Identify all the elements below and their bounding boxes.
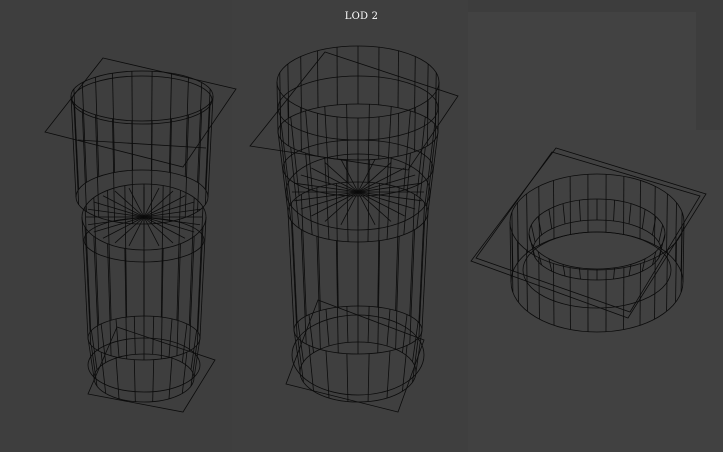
wire-rib (276, 81, 279, 133)
wire-ring (509, 173, 685, 271)
wire-rib (325, 309, 330, 347)
wire-rib (115, 357, 120, 399)
wire-rib (641, 258, 646, 272)
wire-rib (526, 193, 528, 253)
wire-rib (308, 314, 314, 353)
wire-ring (70, 70, 214, 122)
wire-spoke (143, 208, 201, 218)
wire-rib (414, 56, 416, 113)
wire-rib (639, 263, 641, 326)
wire-spoke (128, 187, 145, 218)
wire-rib (562, 264, 566, 277)
wire-rib (277, 131, 289, 213)
wireframe-scene (44, 45, 707, 413)
wire-rib (300, 107, 302, 152)
wire-rib (196, 206, 204, 332)
wire-rib (548, 209, 553, 229)
wire-rib (367, 306, 370, 343)
wire-rib (133, 316, 136, 355)
wire-rib (418, 221, 425, 338)
wire-rib (386, 309, 391, 347)
wire-rib (658, 224, 664, 243)
wire-rib (291, 221, 298, 338)
wire-rib (579, 200, 581, 222)
wire-edge (77, 139, 207, 149)
wire-rib (317, 50, 319, 108)
wire-rib (168, 357, 173, 399)
wire-rib (639, 180, 641, 239)
wire-rib (402, 345, 408, 392)
wire-spoke (357, 191, 376, 226)
wire-rib (526, 250, 528, 312)
wire-rib (204, 103, 211, 205)
wire-rib (317, 113, 319, 157)
wire-spoke (87, 208, 145, 218)
wire-rib (168, 318, 173, 358)
wire-rib (654, 257, 656, 320)
wire-rib (553, 180, 555, 239)
wire-rib (196, 227, 204, 345)
wire-rib (641, 209, 646, 229)
wire-rib (73, 103, 80, 205)
wire-rib (613, 200, 615, 222)
wire-ring (510, 231, 684, 333)
wire-rib (652, 216, 657, 236)
wire-rib (509, 221, 512, 283)
wire-ring (93, 353, 195, 403)
wire-rib (538, 186, 540, 245)
wire-rib (418, 202, 425, 323)
wire-rib (666, 193, 668, 253)
wire-rib (346, 306, 349, 343)
wire-ring (71, 75, 213, 125)
wire-rib (628, 264, 632, 277)
wire-rib (628, 203, 632, 225)
wire-rib (548, 258, 553, 272)
wire-rib (666, 250, 668, 312)
glass-wireframe-middle[interactable] (249, 45, 459, 413)
wire-rib (291, 202, 298, 323)
ground-plane (470, 147, 707, 319)
wire-rib (84, 227, 92, 345)
wire-rib (133, 359, 136, 402)
wire-rib (305, 153, 313, 235)
wire-rib (308, 345, 314, 392)
wire-rib (537, 216, 542, 236)
wire-rib (530, 224, 536, 243)
cup-wireframe-right[interactable] (470, 147, 707, 333)
wire-spoke (340, 158, 359, 193)
wire-rib (397, 113, 399, 157)
wire-rib (84, 206, 92, 332)
wire-rib (152, 359, 155, 402)
wire-rib (152, 316, 155, 355)
wire-rib (414, 107, 416, 152)
wire-rib (654, 186, 656, 245)
wire-spoke (128, 216, 145, 247)
wire-rib (658, 242, 664, 258)
wire-rib (528, 233, 534, 251)
wire-rib (553, 263, 555, 326)
wire-rib (427, 131, 439, 213)
ground-plane-bottom (87, 326, 216, 413)
glass-wireframe-left[interactable] (44, 57, 237, 413)
wire-spoke (340, 191, 359, 226)
wire-rib (403, 153, 411, 235)
wire-rib (562, 203, 566, 225)
wire-rib (300, 56, 302, 113)
viewport[interactable]: LOD 2 (0, 0, 723, 452)
wire-rib (538, 257, 540, 320)
wire-rib (115, 318, 120, 358)
wire-rib (397, 50, 399, 108)
